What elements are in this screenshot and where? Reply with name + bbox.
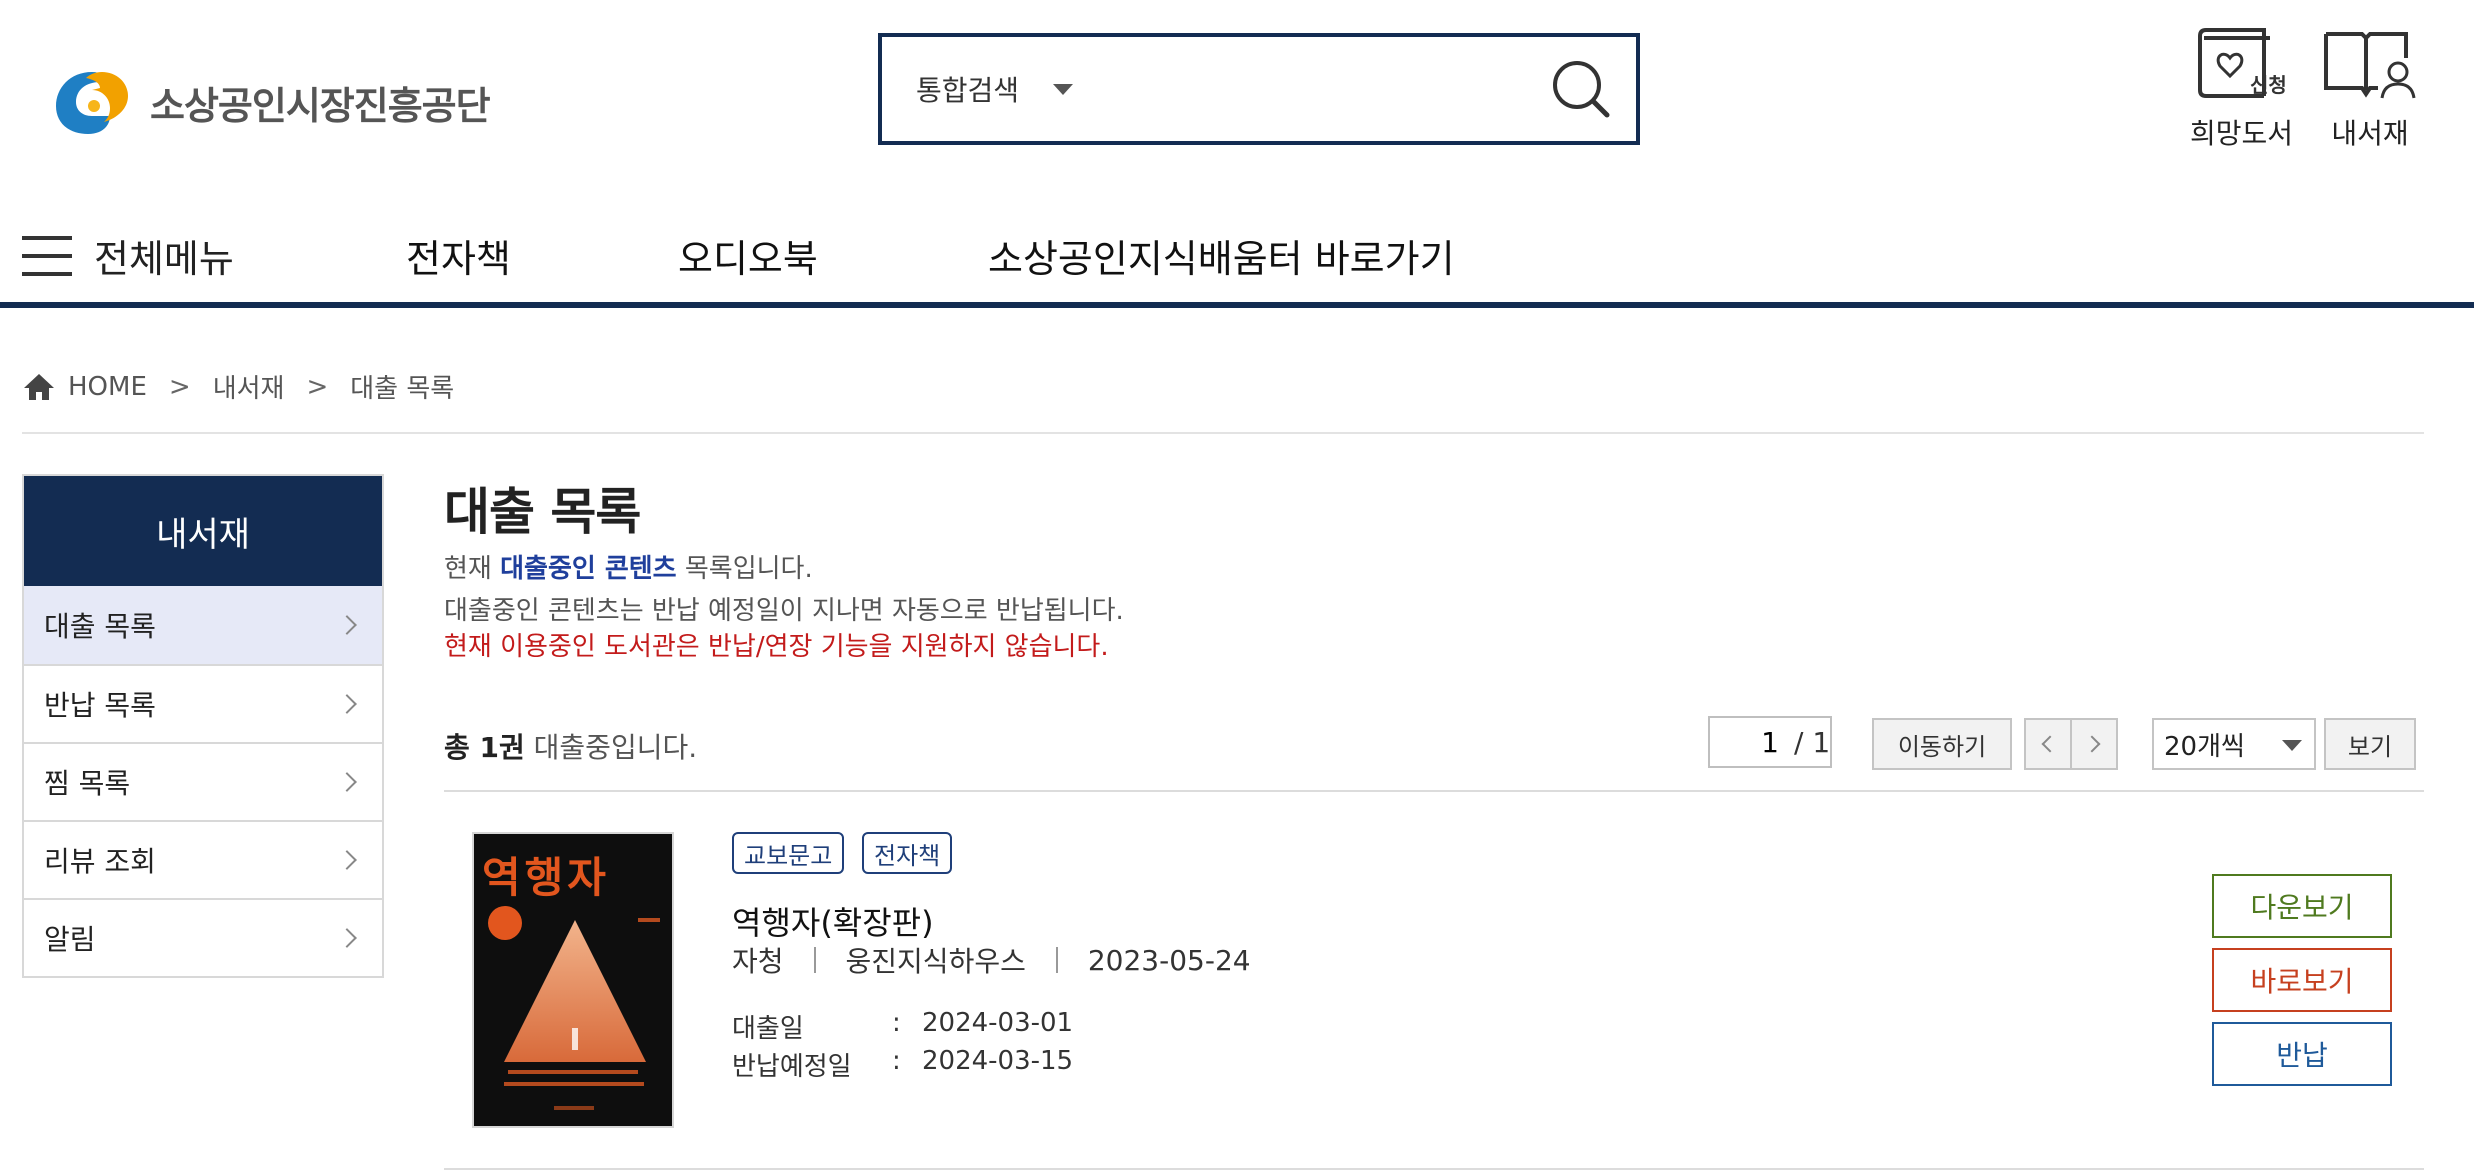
next-page-button[interactable] [2070,718,2118,770]
loan-count: 총 1권 대출중입니다. [444,726,697,766]
book-publisher: 웅진지식하우스 [845,945,1026,978]
due-date-label: 반납예정일 [732,1052,852,1082]
sidebar: 내서재 대출 목록 반납 목록 찜 목록 리뷰 조회 알림 [22,474,384,978]
breadcrumb-home[interactable]: HOME [68,372,147,402]
cover-decoration [504,1082,644,1086]
my-library-button[interactable]: 내서재 [2322,28,2418,152]
book-title[interactable]: 역행자(확장판) [732,898,934,944]
sidebar-item-label: 찜 목록 [44,767,131,800]
download-button[interactable]: 다운보기 [2212,874,2392,938]
cover-decoration [508,1070,638,1074]
chevron-right-icon [337,772,357,792]
meta-separator [813,947,816,973]
chevron-down-icon [2282,740,2302,751]
divider [444,790,2424,792]
description-highlight: 대출중인 콘텐츠 [500,554,677,584]
page-total: / 1 [1794,726,1831,759]
sidebar-item-label: 리뷰 조회 [44,845,156,878]
logo-text: 소상공인시장진흥공단 [150,83,491,128]
description-line: 현재 대출중인 콘텐츠 목록입니다. [444,548,813,585]
search-box: 통합검색 [878,33,1640,145]
sidebar-item-label: 반납 목록 [44,689,156,722]
sidebar-item-wishlist[interactable]: 찜 목록 [24,742,382,820]
book-pub-date: 2023-05-24 [1087,943,1251,977]
book-meta: 자청 웅진지식하우스 2023-05-24 [732,940,1251,980]
description-text: 목록입니다. [676,554,813,584]
page-title: 대출 목록 [444,483,641,541]
loan-date-value: 2024-03-01 [922,1008,1074,1038]
tag-provider: 교보문고 [732,832,845,874]
logo-mark-icon [52,66,132,138]
global-nav: 전체메뉴 전자책 오디오북 소상공인지식배움터 바로가기 [0,218,2474,308]
colon: : [892,1008,901,1038]
all-menu-button[interactable]: 전체메뉴 [22,228,234,283]
divider [22,432,2424,434]
cover-title: 역행자 [482,853,610,902]
book-author: 자청 [732,945,784,978]
chevron-right-icon [337,615,357,635]
wish-badge: 신청 [2250,73,2287,97]
description-line: 대출중인 콘텐츠는 반납 예정일이 지나면 자동으로 반납됩니다. [444,596,1124,626]
sidebar-item-loans[interactable]: 대출 목록 [24,586,382,664]
view-button[interactable]: 보기 [2324,718,2416,770]
nav-ebook[interactable]: 전자책 [406,228,511,283]
chevron-right-icon [2083,735,2101,753]
sidebar-item-label: 대출 목록 [44,610,156,643]
search-scope-select[interactable]: 통합검색 [916,69,1074,109]
sidebar-item-reviews[interactable]: 리뷰 조회 [24,820,382,898]
cover-triangle-art [504,920,646,1062]
hamburger-icon [22,235,72,276]
chevron-left-icon [2041,735,2059,753]
breadcrumb-separator: > [168,371,191,402]
search-scope-label: 통합검색 [916,74,1020,107]
loan-date-label: 대출일 [732,1014,804,1044]
loan-count-total: 총 1권 [444,731,525,764]
breadcrumb-separator: > [306,371,329,402]
description-text: 현재 [444,554,501,584]
wish-book-icon: 신청 [2197,28,2287,98]
search-icon [1553,61,1610,118]
prev-page-button[interactable] [2024,718,2072,770]
meta-separator [1055,947,1058,973]
tag-format: 전자책 [862,832,953,874]
book-user-icon [2324,32,2416,99]
breadcrumb-library[interactable]: 내서재 [213,368,285,405]
chevron-right-icon [337,694,357,714]
due-date-value: 2024-03-15 [922,1046,1074,1076]
due-date-row: 반납예정일 : 2024-03-15 [732,1046,1073,1083]
return-button[interactable]: 반납 [2212,1022,2392,1086]
site-logo[interactable]: 소상공인시장진흥공단 [52,66,491,138]
per-page-select[interactable]: 20개씩 [2152,718,2316,770]
go-page-button[interactable]: 이동하기 [1872,718,2012,770]
sidebar-item-returns[interactable]: 반납 목록 [24,664,382,742]
chevron-right-icon [337,928,357,948]
chevron-down-icon [1053,83,1074,95]
chevron-right-icon [337,850,357,870]
loan-date-row: 대출일 : 2024-03-01 [732,1008,1073,1045]
read-now-button[interactable]: 바로보기 [2212,948,2392,1012]
sidebar-title: 내서재 [24,476,382,586]
breadcrumb: HOME > 내서재 > 대출 목록 [22,368,454,405]
warning-notice: 현재 이용중인 도서관은 반납/연장 기능을 지원하지 않습니다. [444,632,1109,662]
cover-decoration [554,1106,594,1110]
sidebar-item-notifications[interactable]: 알림 [24,898,382,976]
nav-knowledge-link[interactable]: 소상공인지식배움터 바로가기 [988,228,1455,283]
my-library-label: 내서재 [2331,117,2409,150]
sidebar-item-label: 알림 [44,923,96,956]
breadcrumb-current: 대출 목록 [350,374,455,404]
loan-count-suffix: 대출중입니다. [524,731,698,764]
home-icon [24,373,54,400]
nav-audiobook[interactable]: 오디오북 [678,228,818,283]
search-button[interactable] [1526,37,1636,141]
book-cover[interactable]: 역행자 [472,832,674,1128]
per-page-value: 20개씩 [2164,731,2245,762]
wish-book-label: 희망도서 [2190,117,2294,150]
search-input[interactable] [1073,37,1526,141]
all-menu-label: 전체메뉴 [94,237,234,281]
wish-book-button[interactable]: 신청 희망도서 [2190,28,2293,152]
colon: : [892,1046,901,1076]
